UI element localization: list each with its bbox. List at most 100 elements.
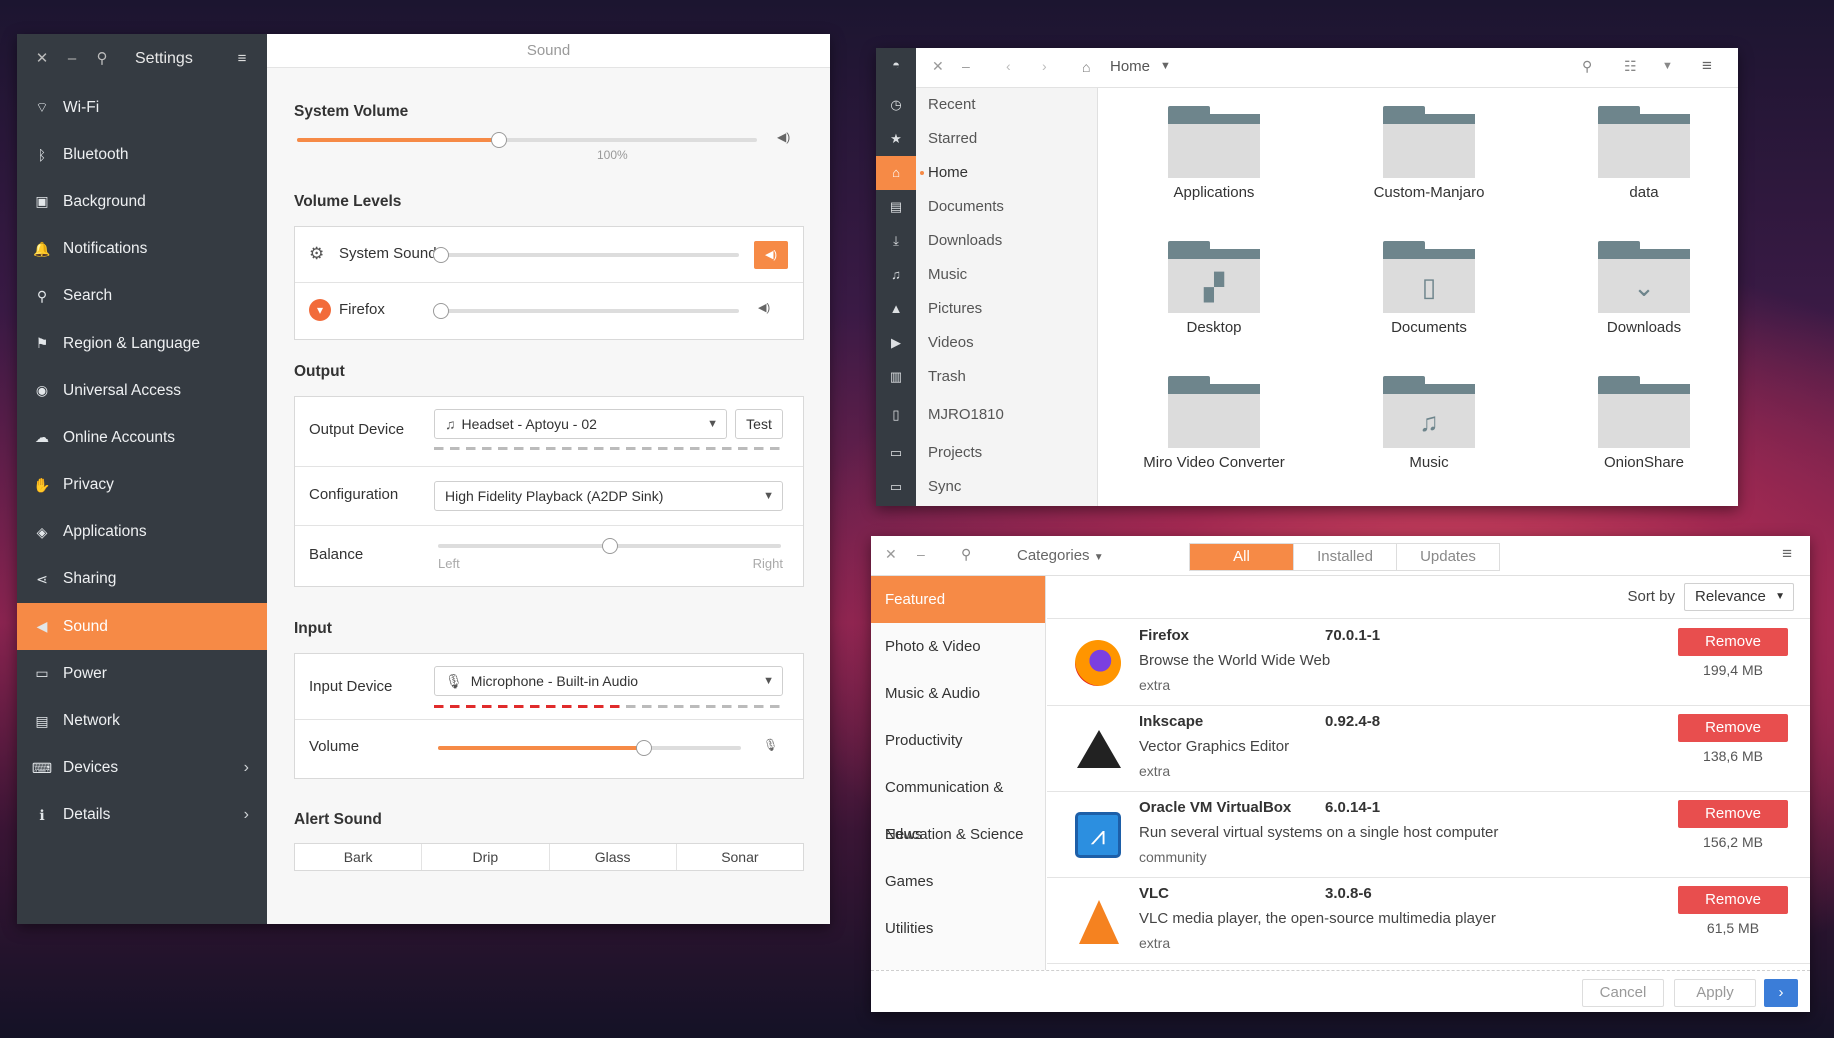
menu-icon[interactable]: ≡ [1782, 544, 1792, 564]
system-volume-knob[interactable] [491, 132, 508, 148]
sidebar-item-notifications[interactable]: 🔔 Notifications [17, 226, 267, 273]
close-icon[interactable]: ✕ [932, 58, 944, 75]
apply-button[interactable]: Apply [1674, 979, 1756, 1007]
balance-knob[interactable] [601, 538, 618, 554]
tab-all[interactable]: All [1190, 544, 1293, 570]
place-music[interactable]: Music [916, 258, 1097, 292]
folder-data[interactable]: data [1544, 106, 1738, 201]
menu-icon[interactable]: ≡ [1702, 56, 1712, 76]
next-arrow-icon[interactable]: › [1764, 979, 1798, 1007]
place-projects[interactable]: Projects [916, 436, 1097, 470]
home-icon[interactable]: ⌂ [876, 156, 916, 190]
sidebar-item-applications[interactable]: ◈ Applications [17, 509, 267, 556]
category-games[interactable]: Games [871, 858, 1045, 905]
tab-installed[interactable]: Installed [1293, 544, 1396, 570]
sidebar-item-details[interactable]: ℹ Details › [17, 792, 267, 839]
place-pictures[interactable]: Pictures [916, 292, 1097, 326]
alert-option-bark[interactable]: Bark [295, 844, 421, 870]
category-productivity[interactable]: Productivity [871, 717, 1045, 764]
folder-downloads[interactable]: ⌄ Downloads [1544, 241, 1738, 336]
balance-slider[interactable] [438, 538, 781, 554]
input-volume-knob[interactable] [636, 740, 653, 756]
place-starred[interactable]: Starred [916, 122, 1097, 156]
documents-icon[interactable]: ▤ [876, 190, 916, 224]
sidebar-item-search[interactable]: ⚲ Search [17, 273, 267, 320]
minimize-icon[interactable]: – [57, 44, 87, 74]
folder-desktop[interactable]: ▞ Desktop [1114, 241, 1314, 336]
remove-button[interactable]: Remove [1678, 714, 1788, 742]
firefox-mute-icon[interactable]: ◀) [758, 301, 770, 314]
videos-icon[interactable]: ▶ [876, 326, 916, 360]
star-icon[interactable]: ★ [876, 122, 916, 156]
category-music-audio[interactable]: Music & Audio [871, 670, 1045, 717]
place-sync[interactable]: Sync [916, 470, 1097, 504]
sort-select[interactable]: Relevance ▼ [1684, 583, 1794, 611]
sidebar-item-devices[interactable]: ⌨ Devices › [17, 745, 267, 792]
search-icon[interactable]: ⚲ [1582, 58, 1592, 75]
system-volume-slider[interactable] [297, 132, 757, 148]
remove-button[interactable]: Remove [1678, 800, 1788, 828]
music-icon[interactable]: ♫ [876, 258, 916, 292]
mute-system-sounds-button[interactable]: ◀) [754, 241, 788, 269]
category-utilities[interactable]: Utilities [871, 905, 1045, 952]
sidebar-item-power[interactable]: ▭ Power [17, 650, 267, 697]
remove-button[interactable]: Remove [1678, 886, 1788, 914]
view-options-icon[interactable]: ▼ [1662, 60, 1673, 72]
menu-icon[interactable]: ≡ [227, 44, 257, 74]
system-sounds-slider[interactable] [433, 247, 739, 263]
place-mjro1810[interactable]: MJRO1810 [916, 394, 1097, 436]
tab-updates[interactable]: Updates [1396, 544, 1499, 570]
recent-icon[interactable]: ◷ [876, 88, 916, 122]
folder-documents[interactable]: ▯ Documents [1329, 241, 1529, 336]
folder-custom-manjaro[interactable]: Custom-Manjaro [1329, 106, 1529, 201]
place-trash[interactable]: Trash [916, 360, 1097, 394]
alert-option-drip[interactable]: Drip [421, 844, 548, 870]
place-documents[interactable]: Documents [916, 190, 1097, 224]
output-device-select[interactable]: ♫ Headset - Aptoyu - 02 ▼ [434, 409, 727, 439]
microphone-mute-icon[interactable]: 🎙 [763, 738, 778, 752]
downloads-icon[interactable]: ⤓ [876, 224, 916, 258]
minimize-icon[interactable]: – [917, 546, 925, 562]
categories-button[interactable]: Categories ▼ [1017, 547, 1104, 564]
category-communication-news[interactable]: Communication & News [871, 764, 1045, 843]
view-list-icon[interactable]: ☷ [1624, 58, 1637, 75]
folder-icon[interactable]: ▭ [876, 470, 916, 504]
app-row[interactable]: Inkscape 0.92.4-8 Vector Graphics Editor ex… [1047, 706, 1810, 792]
input-device-select[interactable]: 🎙 Microphone - Built-in Audio ▼ [434, 666, 783, 696]
sidebar-item-background[interactable]: ▣ Background [17, 178, 267, 225]
search-icon[interactable]: ⚲ [961, 546, 971, 563]
firefox-slider[interactable] [433, 303, 739, 319]
alert-option-sonar[interactable]: Sonar [675, 844, 803, 870]
sidebar-item-online-accounts[interactable]: ☁ Online Accounts [17, 414, 267, 461]
search-icon[interactable]: ⚲ [87, 44, 117, 74]
test-button[interactable]: Test [735, 409, 783, 439]
sidebar-item-network[interactable]: ▤ Network [17, 697, 267, 744]
remove-button[interactable]: Remove [1678, 628, 1788, 656]
alert-option-glass[interactable]: Glass [548, 844, 676, 870]
folder-applications[interactable]: Applications [1114, 106, 1314, 201]
trash-icon[interactable]: ▥ [876, 360, 916, 394]
sidebar-item-universal-access[interactable]: ◉ Universal Access [17, 367, 267, 414]
sidebar-item-sharing[interactable]: ⋖ Sharing [17, 556, 267, 603]
sidebar-item-privacy[interactable]: ✋ Privacy [17, 462, 267, 509]
configuration-select[interactable]: High Fidelity Playback (A2DP Sink) ▼ [434, 481, 783, 511]
pictures-icon[interactable]: ▲ [876, 292, 916, 326]
category-education-science[interactable]: Education & Science [871, 811, 1045, 858]
minimize-icon[interactable]: – [962, 58, 970, 74]
place-videos[interactable]: Videos [916, 326, 1097, 360]
folder-onionshare[interactable]: OnionShare [1544, 376, 1738, 471]
firefox-knob[interactable] [433, 303, 449, 319]
place-downloads[interactable]: Downloads [916, 224, 1097, 258]
cancel-button[interactable]: Cancel [1582, 979, 1664, 1007]
app-row[interactable]: VLC 3.0.8-6 VLC media player, the open-sou… [1047, 878, 1810, 964]
place-recent[interactable]: Recent [916, 88, 1097, 122]
folder-miro-video-converter[interactable]: Miro Video Converter [1114, 376, 1314, 471]
sidebar-item-bluetooth[interactable]: ᛒ Bluetooth [17, 131, 267, 178]
forward-icon[interactable]: › [1042, 58, 1047, 74]
category-photo-video[interactable]: Photo & Video [871, 623, 1045, 670]
system-sounds-knob[interactable] [433, 247, 449, 263]
close-icon[interactable]: ✕ [27, 44, 57, 74]
speaker-icon[interactable]: ◀) [777, 130, 790, 144]
path-home-button[interactable]: Home [1110, 58, 1150, 75]
drive-icon[interactable]: ▯ [876, 394, 916, 436]
